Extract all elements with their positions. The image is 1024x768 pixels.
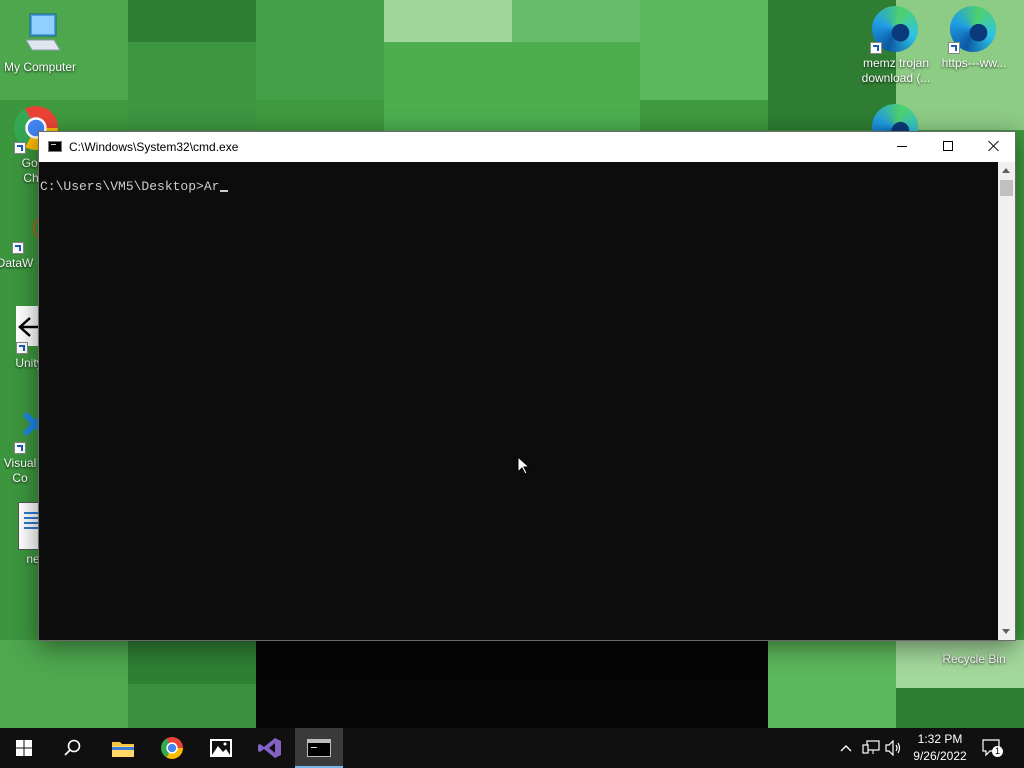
chrome-icon <box>161 737 183 759</box>
window-titlebar[interactable]: C:\Windows\System32\cmd.exe <box>39 132 1015 162</box>
folder-icon <box>112 742 134 757</box>
edge-icon <box>870 6 920 54</box>
command-line[interactable]: C:\Users\VM5\Desktop>Ar <box>40 179 229 194</box>
notification-count-badge: 1 <box>992 746 1003 757</box>
cmd-window[interactable]: C:\Windows\System32\cmd.exe C:\Users\VM5… <box>38 131 1016 641</box>
network-icon[interactable] <box>862 740 880 756</box>
mouse-pointer-icon <box>517 456 529 475</box>
close-button[interactable] <box>971 132 1017 162</box>
volume-icon[interactable] <box>885 740 903 756</box>
windows-icon <box>16 740 32 756</box>
action-center-button[interactable]: 1 <box>982 739 1003 757</box>
taskbar: 1:32 PM 9/26/2022 1 <box>0 728 1024 768</box>
vertical-scrollbar[interactable] <box>998 162 1015 640</box>
window-title: C:\Windows\System32\cmd.exe <box>69 140 239 154</box>
taskbar-chrome[interactable] <box>148 728 196 768</box>
visual-studio-icon <box>258 738 281 758</box>
close-icon <box>988 140 1000 152</box>
console-area[interactable]: C:\Users\VM5\Desktop>Ar <box>39 162 999 640</box>
desktop-icon-label: DataW <box>0 256 34 270</box>
taskbar-visual-studio[interactable] <box>246 728 294 768</box>
search-icon <box>64 739 81 756</box>
minimize-icon <box>897 146 907 147</box>
desktop-icon-label: https---ww... <box>941 56 1007 70</box>
maximize-button[interactable] <box>925 132 971 162</box>
scroll-down-button[interactable] <box>998 623 1015 640</box>
cmd-icon <box>48 141 62 152</box>
start-button[interactable] <box>0 728 48 768</box>
show-hidden-icons-icon[interactable] <box>839 741 853 755</box>
minimize-button[interactable] <box>879 132 925 162</box>
clock-time[interactable]: 1:32 PM <box>912 732 968 746</box>
text-cursor <box>220 190 229 192</box>
prompt-path: C:\Users\VM5\Desktop> <box>40 179 204 194</box>
desktop-icon-label: memz trojan download (... <box>861 56 931 85</box>
taskbar-command-prompt[interactable] <box>295 728 343 768</box>
desktop-icon-memz-trojan-download[interactable]: memz trojan download (... <box>856 6 936 86</box>
scroll-up-button[interactable] <box>998 162 1015 179</box>
desktop-icon-label: Visual Co <box>3 456 37 485</box>
maximize-icon <box>943 141 953 151</box>
taskbar-file-explorer[interactable] <box>98 728 146 768</box>
cmd-icon <box>307 739 331 757</box>
search-button[interactable] <box>48 728 96 768</box>
edge-icon <box>948 6 998 54</box>
desktop-icon-recycle-bin[interactable]: Recycle Bin <box>934 640 1014 670</box>
desktop-icon-label: My Computer <box>3 60 77 74</box>
typed-command: Ar <box>203 179 220 194</box>
desktop-icon-https-link[interactable]: https---ww... <box>934 6 1014 71</box>
photos-icon <box>210 739 232 757</box>
taskbar-photos[interactable] <box>197 728 245 768</box>
clock-date[interactable]: 9/26/2022 <box>906 749 974 763</box>
scroll-thumb[interactable] <box>1000 180 1013 196</box>
desktop-icon-my-computer[interactable]: My Computer <box>0 10 80 75</box>
computer-icon <box>16 10 64 58</box>
desktop-icon-label: Recycle Bin <box>942 652 1006 666</box>
